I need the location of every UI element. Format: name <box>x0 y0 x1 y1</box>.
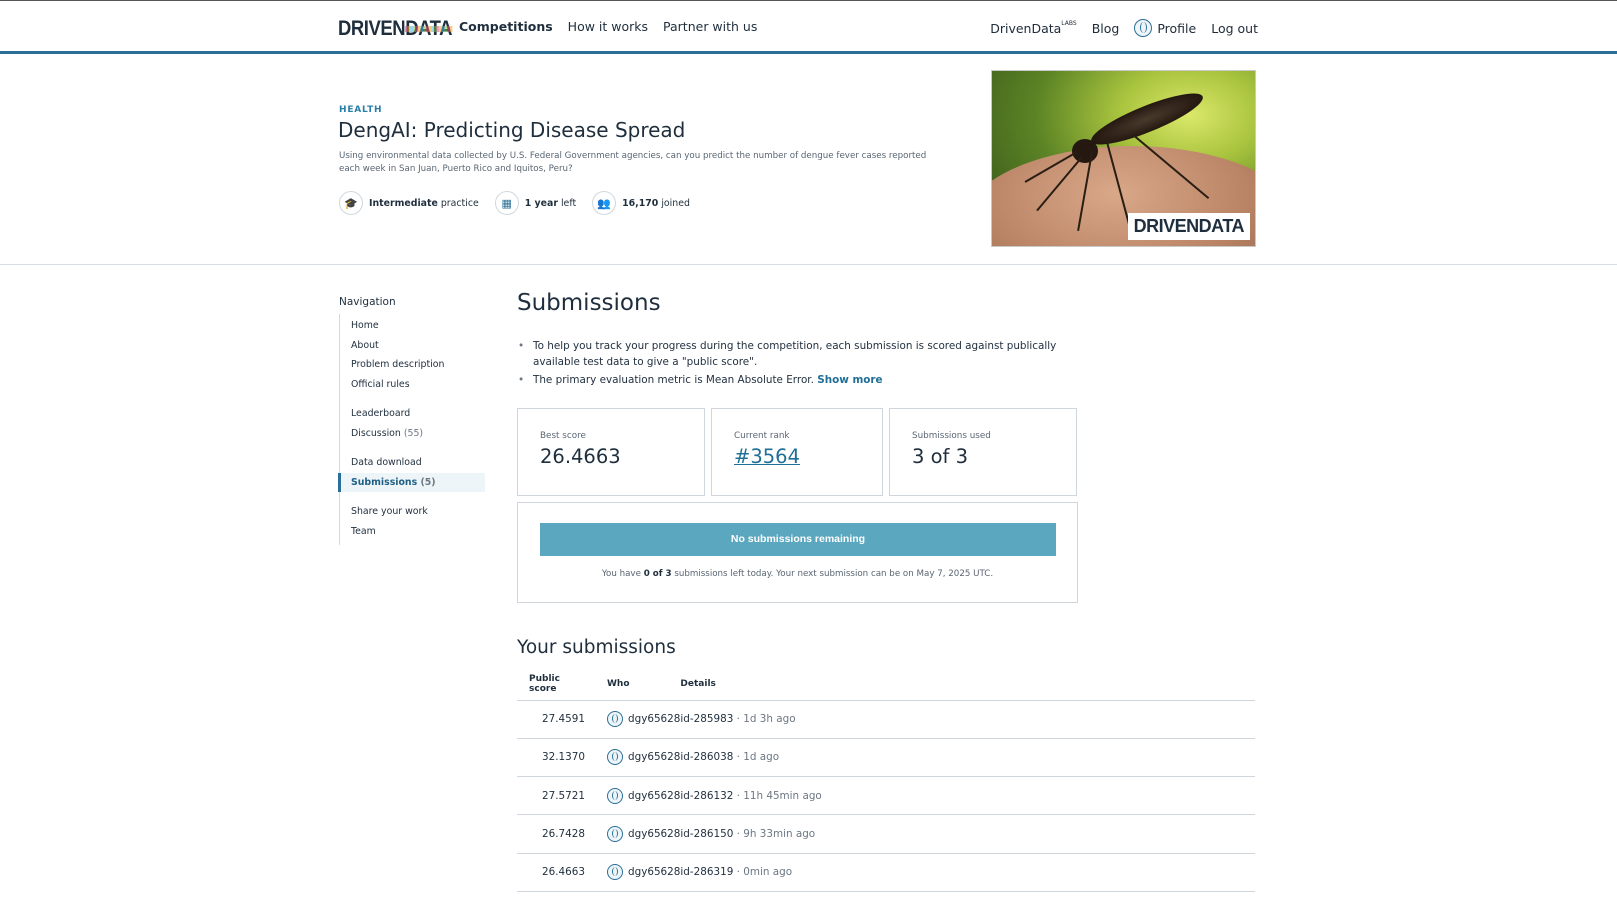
sidebar-item-discussion[interactable]: Discussion (55) <box>340 424 485 444</box>
nav-partner-with-us[interactable]: Partner with us <box>663 19 757 34</box>
table-header-row: Public score Who Details <box>517 668 1255 701</box>
current-rank-link[interactable]: #3564 <box>734 445 860 468</box>
info-metric: The primary evaluation metric is Mean Ab… <box>517 372 1082 388</box>
row-user[interactable]: dgy65628 <box>628 790 680 802</box>
nav-log-out[interactable]: Log out <box>1211 21 1258 36</box>
sidebar-item-home[interactable]: Home <box>340 316 485 336</box>
nav-how-it-works[interactable]: How it works <box>568 19 648 34</box>
current-rank-card: Current rank #3564 <box>711 408 883 496</box>
sidebar-navigation: Navigation Home About Problem descriptio… <box>338 296 485 545</box>
sidebar-item-about[interactable]: About <box>340 336 485 356</box>
col-details: Details <box>680 668 1255 701</box>
stat-difficulty: 🎓 Intermediate practice <box>339 191 479 215</box>
nav-competitions[interactable]: Competitions <box>459 19 553 34</box>
row-details: id-286038 · 1d ago <box>680 738 1255 778</box>
submissions-table: Public score Who Details 27.4591 dgy6562… <box>517 668 1255 892</box>
table-row: 26.4663 dgy65628 id-286319 · 0min ago <box>517 853 1255 892</box>
competition-category: HEALTH <box>339 105 383 115</box>
row-details: id-285983 · 1d 3h ago <box>680 700 1255 739</box>
nav-blog[interactable]: Blog <box>1092 21 1120 36</box>
avatar-icon <box>607 826 623 843</box>
page-title: Submissions <box>517 290 661 316</box>
stat-joined: 👥 16,170 joined <box>592 191 690 215</box>
image-logo-badge: DRIVENDATA <box>1127 213 1250 240</box>
sidebar-item-share-your-work[interactable]: Share your work <box>340 502 485 522</box>
avatar-icon <box>607 787 623 804</box>
stat-time-left: ▦ 1 year left <box>494 191 576 215</box>
sidebar-item-submissions[interactable]: Submissions (5) <box>338 472 485 492</box>
table-row: 32.1370 dgy65628 id-286038 · 1d ago <box>517 738 1255 778</box>
sidebar-item-leaderboard[interactable]: Leaderboard <box>340 404 485 424</box>
show-more-link[interactable]: Show more <box>817 374 882 386</box>
row-details: id-286319 · 0min ago <box>680 853 1255 892</box>
sidebar-item-official-rules[interactable]: Official rules <box>340 375 485 395</box>
row-user[interactable]: dgy65628 <box>628 828 680 840</box>
row-details: id-286150 · 9h 33min ago <box>680 814 1255 854</box>
submission-limit-note: You have 0 of 3 submissions left today. … <box>601 569 994 579</box>
submissions-used-card: Submissions used 3 of 3 <box>889 408 1077 496</box>
sidebar-list: Home About Problem description Official … <box>338 314 485 545</box>
competition-title: DengAI: Predicting Disease Spread <box>338 118 686 142</box>
row-score: 27.5721 <box>517 776 585 816</box>
row-score: 32.1370 <box>517 738 585 778</box>
competition-image: DRIVENDATA <box>991 70 1256 247</box>
table-row: 27.4591 dgy65628 id-285983 · 1d 3h ago <box>517 700 1255 739</box>
nav-profile[interactable]: Profile <box>1134 19 1196 37</box>
row-user[interactable]: dgy65628 <box>628 866 680 878</box>
row-score: 27.4591 <box>517 700 585 739</box>
row-user[interactable]: dgy65628 <box>628 713 680 725</box>
row-details: id-286132 · 11h 45min ago <box>680 776 1255 816</box>
competition-description: Using environmental data collected by U.… <box>339 151 927 174</box>
info-public-score: To help you track your progress during t… <box>517 338 1082 370</box>
table-row: 27.5721 dgy65628 id-286132 · 11h 45min a… <box>517 776 1255 816</box>
sidebar-item-data-download[interactable]: Data download <box>340 453 485 473</box>
calendar-icon: ▦ <box>494 191 519 215</box>
avatar-icon <box>607 711 623 728</box>
submission-info-list: To help you track your progress during t… <box>517 338 1082 390</box>
row-user[interactable]: dgy65628 <box>628 751 680 763</box>
nav-drivendata-labs[interactable]: DrivenDataLABS <box>990 20 1077 36</box>
submit-button[interactable]: No submissions remaining <box>540 523 1056 556</box>
sidebar-title: Navigation <box>339 296 396 308</box>
row-score: 26.4663 <box>517 853 585 892</box>
avatar-icon <box>607 864 623 881</box>
table-row: 26.7428 dgy65628 id-286150 · 9h 33min ag… <box>517 814 1255 854</box>
best-score-card: Best score 26.4663 <box>517 408 705 496</box>
score-cards: Best score 26.4663 Current rank #3564 Su… <box>517 408 1077 496</box>
drivendata-logo[interactable]: DRIVENDATA <box>338 17 452 40</box>
sidebar-item-problem-description[interactable]: Problem description <box>340 355 485 375</box>
user-nav: DrivenDataLABS Blog Profile Log out <box>990 19 1258 37</box>
sidebar-item-team[interactable]: Team <box>340 522 485 542</box>
best-score-value: 26.4663 <box>540 445 621 468</box>
avatar-icon <box>607 749 623 766</box>
submissions-used-value: 3 of 3 <box>912 445 969 468</box>
top-navbar: DRIVENDATA Competitions How it works Par… <box>0 0 1617 54</box>
competition-header: HEALTH DengAI: Predicting Disease Spread… <box>0 54 1617 265</box>
row-score: 26.7428 <box>517 814 585 854</box>
avatar-icon <box>1134 19 1153 37</box>
col-public-score: Public score <box>517 668 585 701</box>
col-who: Who <box>585 668 681 701</box>
your-submissions-title: Your submissions <box>517 637 676 658</box>
graduation-cap-icon: 🎓 <box>339 191 363 215</box>
main-nav: Competitions How it works Partner with u… <box>459 19 757 34</box>
submission-panel: No submissions remaining You have 0 of 3… <box>517 502 1078 603</box>
users-icon: 👥 <box>592 191 617 215</box>
competition-stats: 🎓 Intermediate practice ▦ 1 year left 👥 … <box>339 191 690 215</box>
